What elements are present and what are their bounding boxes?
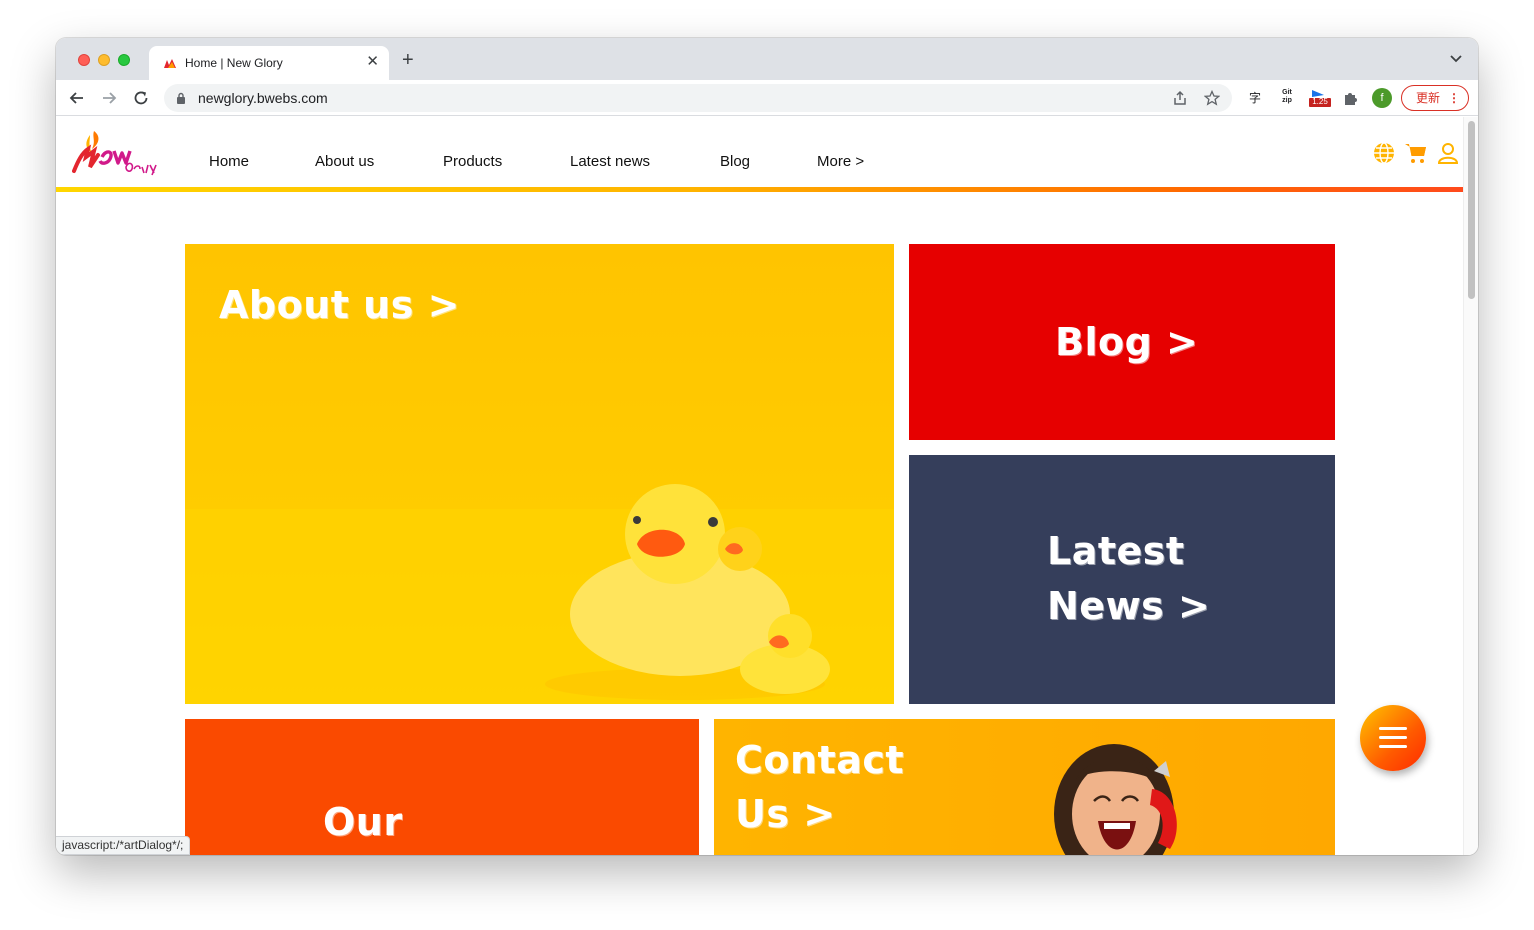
contact-label-line1: Contact xyxy=(735,738,905,782)
tab-home[interactable]: Home | New Glory ✕ xyxy=(149,46,389,80)
tab-title: Home | New Glory xyxy=(185,56,283,70)
blog-tile[interactable]: Blog > xyxy=(909,244,1335,440)
back-icon[interactable] xyxy=(68,89,86,107)
browser-toolbar: newglory.bwebs.com 字 Git zip 1.25 f 更新 ⋮ xyxy=(56,80,1478,116)
our-products-tile[interactable]: Our xyxy=(185,719,699,855)
header-gradient-divider xyxy=(56,187,1463,192)
about-us-label: About us > xyxy=(219,283,460,327)
blog-label: Blog > xyxy=(1055,320,1199,364)
url-text: newglory.bwebs.com xyxy=(198,90,328,106)
translate-extension-icon[interactable]: 字 xyxy=(1246,89,1264,107)
globe-icon[interactable] xyxy=(1372,141,1396,165)
gitzip-extension-icon[interactable]: Git zip xyxy=(1278,89,1296,107)
close-window-button[interactable] xyxy=(78,54,90,66)
latest-news-label-line2: News > xyxy=(1047,584,1211,628)
menu-item-blog[interactable]: Blog xyxy=(720,153,750,170)
update-button[interactable]: 更新 ⋮ xyxy=(1401,85,1469,111)
chevron-down-icon[interactable] xyxy=(1450,54,1462,64)
site-header: Home About us Products Latest news Blog … xyxy=(56,117,1463,193)
lock-icon xyxy=(177,92,185,104)
new-tab-button[interactable]: + xyxy=(402,50,414,70)
playback-extension-icon[interactable]: 1.25 xyxy=(1308,89,1332,107)
share-icon[interactable] xyxy=(1172,90,1188,106)
menu-item-home[interactable]: Home xyxy=(209,153,249,170)
extensions-puzzle-icon[interactable] xyxy=(1342,89,1360,107)
extension-badge: 1.25 xyxy=(1312,97,1328,106)
contact-us-tile[interactable]: Contact Us > xyxy=(714,719,1335,855)
scrollbar-thumb[interactable] xyxy=(1468,121,1475,299)
new-glory-logo[interactable] xyxy=(72,127,158,177)
menu-item-latest-news[interactable]: Latest news xyxy=(570,153,650,170)
maximize-window-button[interactable] xyxy=(118,54,130,66)
menu-item-more[interactable]: More > xyxy=(817,153,864,170)
hamburger-icon xyxy=(1379,727,1407,748)
user-icon[interactable] xyxy=(1436,141,1460,165)
tab-strip: Home | New Glory ✕ + xyxy=(56,38,1478,80)
minimize-window-button[interactable] xyxy=(98,54,110,66)
tab-close-icon[interactable]: ✕ xyxy=(366,53,379,71)
menu-item-about[interactable]: About us xyxy=(315,153,374,170)
reload-icon[interactable] xyxy=(132,89,150,107)
about-us-tile[interactable]: About us > xyxy=(185,244,894,704)
floating-menu-button[interactable] xyxy=(1360,705,1426,771)
menu-item-products[interactable]: Products xyxy=(443,153,502,170)
update-label: 更新 xyxy=(1416,91,1441,105)
cart-icon[interactable] xyxy=(1404,141,1428,165)
vertical-scrollbar[interactable] xyxy=(1463,117,1478,855)
link-status-bar: javascript:/*artDialog*/; xyxy=(56,836,191,855)
contact-label-line2: Us > xyxy=(735,792,836,836)
favicon-icon xyxy=(164,59,176,68)
page-viewport: Home About us Products Latest news Blog … xyxy=(56,117,1478,855)
browser-window: Home | New Glory ✕ + newglory.bwebs.com xyxy=(56,38,1478,855)
bookmark-star-icon[interactable] xyxy=(1204,90,1220,106)
latest-news-tile[interactable]: Latest News > xyxy=(909,455,1335,704)
products-label-line1: Our xyxy=(323,800,403,844)
profile-avatar[interactable]: f xyxy=(1372,88,1392,108)
address-bar[interactable]: newglory.bwebs.com xyxy=(164,84,1232,112)
more-menu-icon[interactable]: ⋮ xyxy=(1448,86,1460,110)
forward-icon[interactable] xyxy=(100,89,118,107)
latest-news-label-line1: Latest xyxy=(1047,529,1185,573)
